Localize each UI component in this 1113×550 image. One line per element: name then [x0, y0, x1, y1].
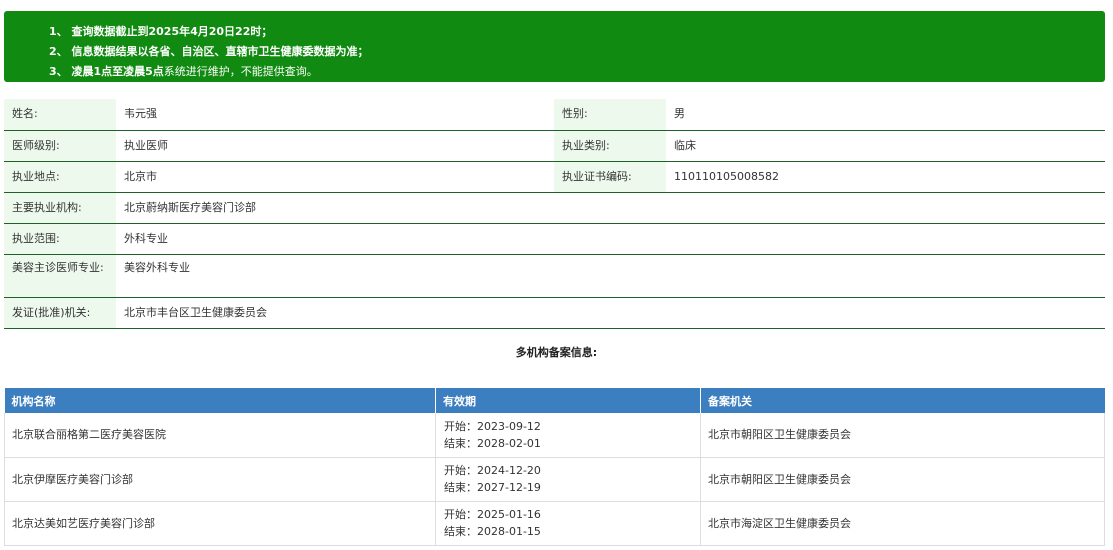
org-name-cell: 北京伊摩医疗美容门诊部 [4, 457, 436, 502]
authority-cell: 北京市朝阳区卫生健康委员会 [700, 413, 1105, 458]
org-name-cell: 北京达美如艺医疗美容门诊部 [4, 501, 436, 546]
validity-start: 开始：2025-01-16 [444, 508, 541, 521]
scope-label: 执业范围: [4, 223, 116, 255]
doctor-info-table: 姓名: 韦元强 性别: 男 医师级别: 执业医师 执业类别: 临床 执业地点: … [4, 99, 1105, 329]
org-table-header: 机构名称 有效期 备案机关 [4, 388, 1105, 413]
multi-org-table: 机构名称 有效期 备案机关 北京联合丽格第二医疗美容医院 开始：2023-09-… [4, 388, 1105, 546]
org-name-cell: 北京联合丽格第二医疗美容医院 [4, 413, 436, 458]
notice-line-1: 1、 查询数据截止到2025年4月20日22时； [49, 25, 273, 38]
info-row: 医师级别: 执业医师 执业类别: 临床 [4, 130, 1105, 162]
scope-value: 外科专业 [116, 223, 1105, 255]
validity-end: 结束：2028-01-15 [444, 525, 541, 538]
authority-header: 备案机关 [700, 388, 1105, 413]
authority-cell: 北京市朝阳区卫生健康委员会 [700, 457, 1105, 502]
validity-cell: 开始：2023-09-12 结束：2028-02-01 [435, 413, 701, 458]
info-row: 主要执业机构: 北京蔚纳斯医疗美容门诊部 [4, 192, 1105, 224]
org-value: 北京蔚纳斯医疗美容门诊部 [116, 192, 1105, 224]
name-label: 姓名: [4, 99, 116, 131]
info-row: 美容主诊医师专业: 美容外科专业 [4, 254, 1105, 298]
beauty-label: 美容主诊医师专业: [4, 254, 116, 298]
type-label: 执业类别: [554, 130, 666, 162]
validity-header: 有效期 [435, 388, 701, 413]
notice-line-3: 3、 凌晨1点至凌晨5点系统进行维护，不能提供查询。 [49, 62, 1105, 82]
cert-label: 执业证书编码: [554, 161, 666, 193]
cert-value: 110110105008582 [666, 161, 1105, 193]
table-row: 北京伊摩医疗美容门诊部 开始：2024-12-20 结束：2027-12-19 … [4, 457, 1105, 502]
level-label: 医师级别: [4, 130, 116, 162]
validity-start: 开始：2023-09-12 [444, 419, 541, 433]
table-row: 北京联合丽格第二医疗美容医院 开始：2023-09-12 结束：2028-02-… [4, 413, 1105, 458]
notice-line-3-rest: 系统进行维护，不能提供查询。 [163, 65, 318, 78]
gender-value: 男 [666, 99, 1105, 131]
level-value: 执业医师 [116, 130, 554, 162]
notice-banner: 1、 查询数据截止到2025年4月20日22时； 2、 信息数据结果以各省、自治… [4, 11, 1105, 82]
validity-start: 开始：2024-12-20 [444, 464, 541, 477]
beauty-value: 美容外科专业 [116, 254, 1105, 298]
place-label: 执业地点: [4, 161, 116, 193]
info-row: 姓名: 韦元强 性别: 男 [4, 99, 1105, 131]
multi-org-title: 多机构备案信息: [515, 346, 598, 359]
page: 1、 查询数据截止到2025年4月20日22时； 2、 信息数据结果以各省、自治… [0, 0, 1113, 550]
info-row: 发证(批准)机关: 北京市丰台区卫生健康委员会 [4, 297, 1105, 329]
org-name-header: 机构名称 [4, 388, 436, 413]
validity-cell: 开始：2024-12-20 结束：2027-12-19 [435, 457, 701, 502]
issuer-value: 北京市丰台区卫生健康委员会 [116, 297, 1105, 329]
place-value: 北京市 [116, 161, 554, 193]
info-row: 执业范围: 外科专业 [4, 223, 1105, 255]
validity-end: 结束：2028-02-01 [444, 436, 541, 450]
name-value: 韦元强 [116, 99, 554, 131]
notice-line-3-bold: 3、 凌晨1点至凌晨5点 [49, 65, 164, 78]
gender-label: 性别: [554, 99, 666, 131]
issuer-label: 发证(批准)机关: [4, 297, 116, 329]
org-label: 主要执业机构: [4, 192, 116, 224]
table-row: 北京达美如艺医疗美容门诊部 开始：2025-01-16 结束：2028-01-1… [4, 501, 1105, 546]
type-value: 临床 [666, 130, 1105, 162]
validity-end: 结束：2027-12-19 [444, 481, 541, 494]
info-row: 执业地点: 北京市 执业证书编码: 110110105008582 [4, 161, 1105, 193]
validity-cell: 开始：2025-01-16 结束：2028-01-15 [435, 501, 701, 546]
notice-line-2: 2、 信息数据结果以各省、自治区、直辖市卫生健康委数据为准； [49, 45, 369, 58]
authority-cell: 北京市海淀区卫生健康委员会 [700, 501, 1105, 546]
